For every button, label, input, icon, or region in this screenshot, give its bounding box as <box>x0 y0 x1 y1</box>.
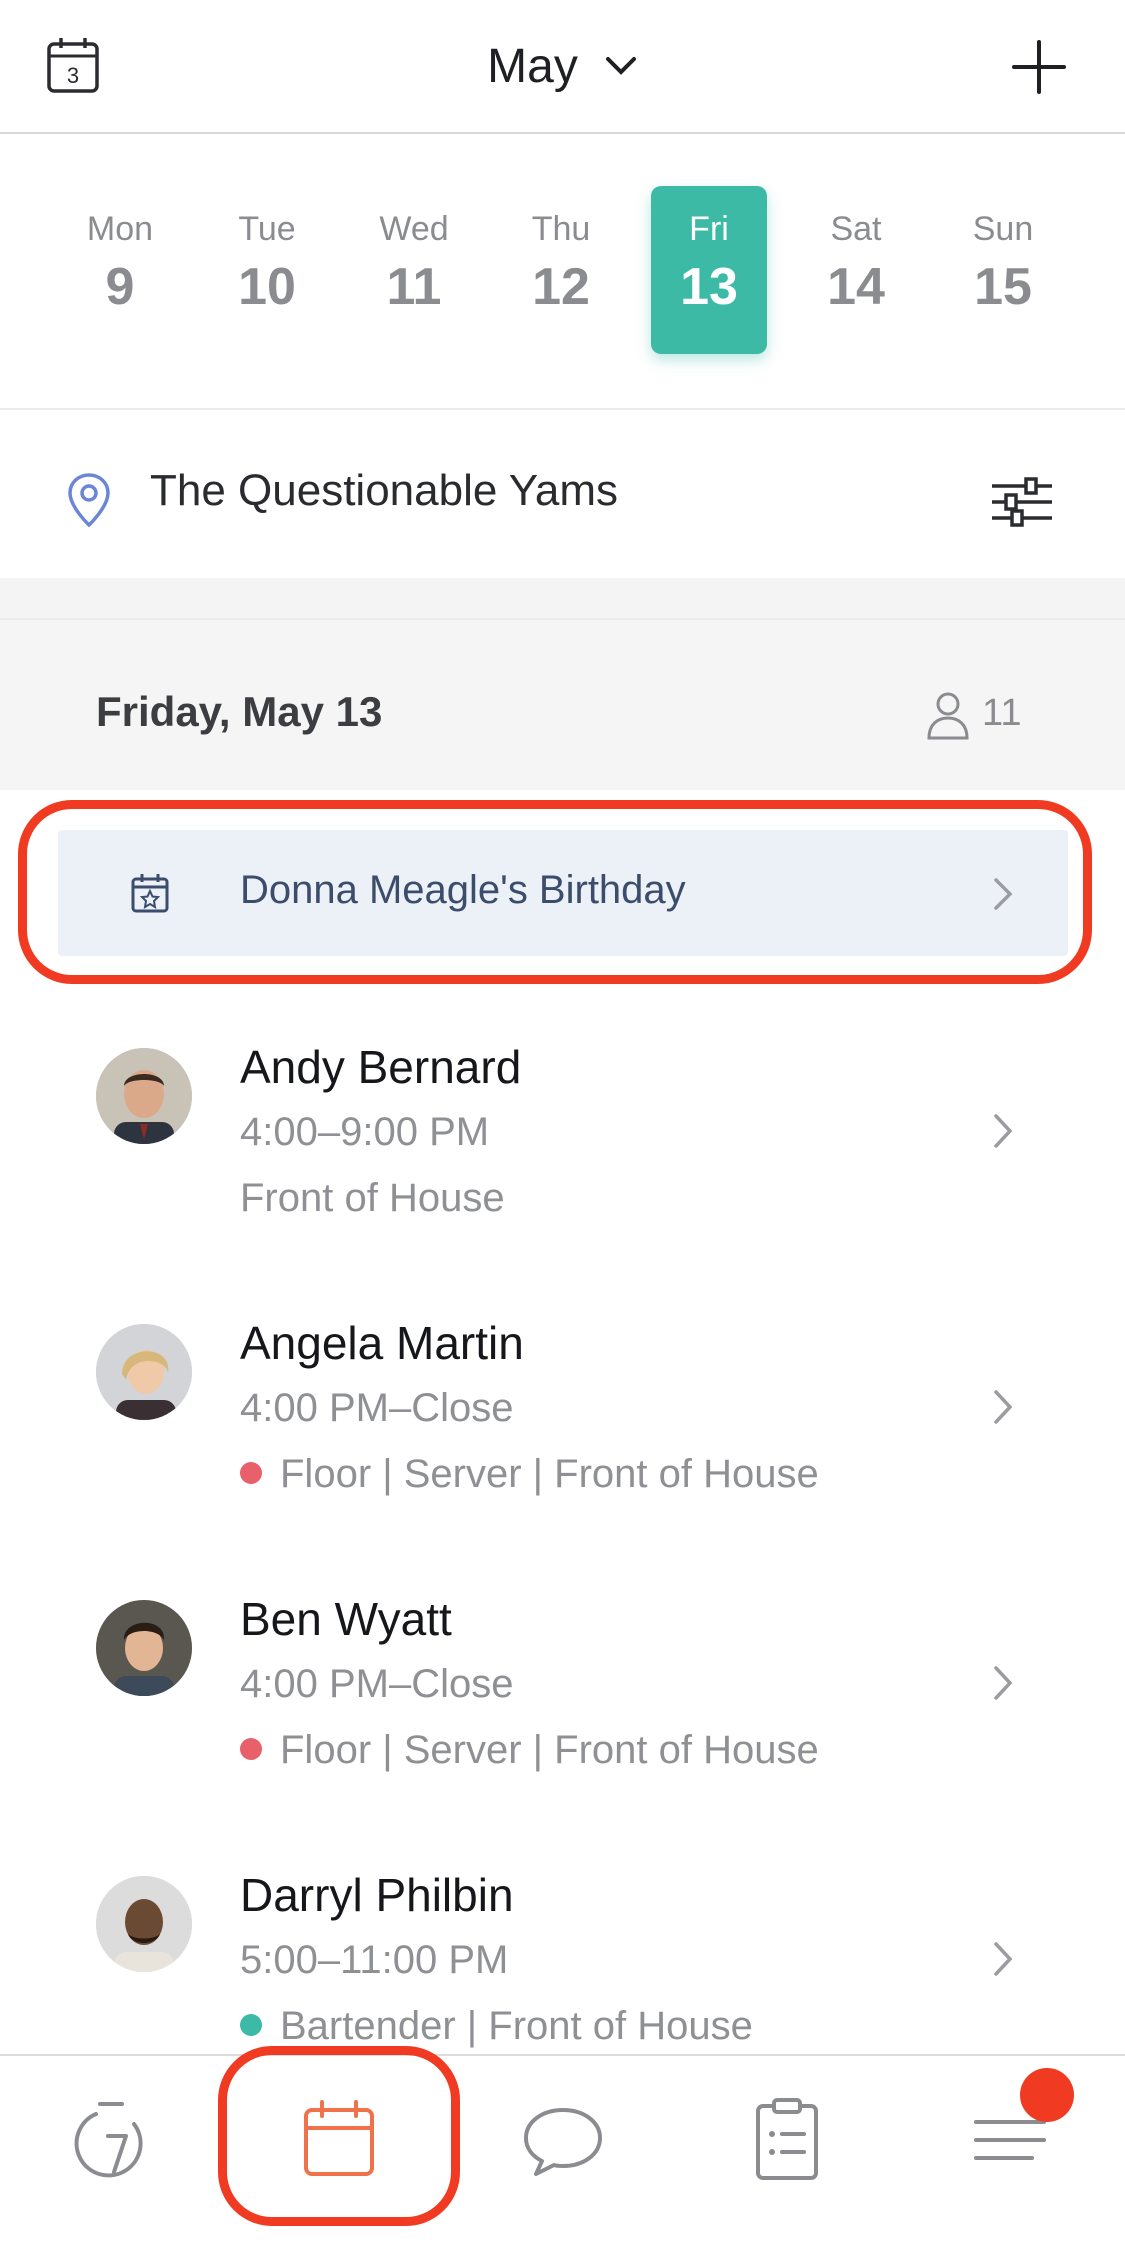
location-bar[interactable]: The Questionable Yams <box>0 408 1125 580</box>
shift-time: 4:00 PM–Close <box>240 1662 514 1706</box>
chevron-right-icon <box>994 1114 1013 1148</box>
staff-count: 11 <box>982 692 1022 734</box>
annotation-highlight-event <box>18 800 1092 984</box>
shift-row[interactable]: Ben Wyatt 4:00 PM–Close Floor | Server |… <box>0 1592 1125 1868</box>
avatar <box>96 1876 192 1972</box>
shift-role: Floor | Server | Front of House <box>280 1728 819 1772</box>
day-fri-selected[interactable]: Fri 13 <box>651 186 767 354</box>
day-mon[interactable]: Mon 9 <box>62 186 178 354</box>
shift-time: 4:00–9:00 PM <box>240 1110 490 1154</box>
avatar <box>96 1600 192 1696</box>
timer-icon[interactable] <box>66 2094 156 2184</box>
day-sat[interactable]: Sat 14 <box>798 186 914 354</box>
shift-role-row: Floor | Server | Front of House <box>240 1728 819 1773</box>
position-color-dot <box>240 1738 262 1761</box>
shift-role: Front of House <box>240 1176 505 1220</box>
day-wed[interactable]: Wed 11 <box>356 186 472 354</box>
day-name: Tue <box>238 210 296 248</box>
day-date: 13 <box>680 258 738 316</box>
day-name: Thu <box>531 210 591 248</box>
day-sun[interactable]: Sun 15 <box>945 186 1061 354</box>
day-name: Fri <box>689 210 729 248</box>
week-strip: Mon 9 Tue 10 Wed 11 Thu 12 Fri 13 Sat 14… <box>0 134 1125 408</box>
sliders-icon[interactable] <box>990 476 1054 528</box>
shift-role-row: Floor | Server | Front of House <box>240 1452 819 1497</box>
day-thu[interactable]: Thu 12 <box>503 186 619 354</box>
location-name: The Questionable Yams <box>150 466 618 515</box>
bottom-navigation <box>0 2054 1125 2253</box>
day-date: 14 <box>827 258 885 316</box>
position-color-dot <box>240 1462 262 1485</box>
day-name: Sun <box>972 210 1034 248</box>
day-name: Mon <box>86 210 154 248</box>
shift-time: 5:00–11:00 PM <box>240 1938 509 1982</box>
day-date: 9 <box>105 258 135 316</box>
chevron-right-icon <box>994 1390 1013 1424</box>
person-icon <box>927 692 969 740</box>
chevron-down-icon <box>605 57 636 75</box>
location-pin-icon <box>68 473 110 528</box>
shift-role: Floor | Server | Front of House <box>280 1452 819 1496</box>
plus-icon[interactable] <box>1010 38 1068 96</box>
shift-row[interactable]: Angela Martin 4:00 PM–Close Floor | Serv… <box>0 1316 1125 1592</box>
month-label: May <box>487 39 578 93</box>
day-date: 11 <box>386 258 442 316</box>
day-date: 12 <box>532 258 590 316</box>
chevron-right-icon <box>994 1666 1013 1700</box>
shift-row[interactable]: Andy Bernard 4:00–9:00 PM Front of House <box>0 1040 1125 1316</box>
avatar <box>96 1324 192 1420</box>
day-date: 15 <box>974 258 1032 316</box>
employee-name: Darryl Philbin <box>240 1869 514 1921</box>
chevron-right-icon <box>994 1942 1013 1976</box>
day-date: 10 <box>238 258 296 316</box>
day-tue[interactable]: Tue 10 <box>209 186 325 354</box>
shift-role: Bartender | Front of House <box>280 2004 753 2048</box>
notification-badge <box>1020 2068 1074 2122</box>
shift-time: 4:00 PM–Close <box>240 1386 514 1430</box>
shift-role-row: Bartender | Front of House <box>240 2004 753 2049</box>
position-color-dot <box>240 2014 262 2037</box>
month-selector[interactable]: May <box>0 0 1125 132</box>
avatar <box>96 1048 192 1144</box>
employee-name: Andy Bernard <box>240 1041 522 1093</box>
annotation-highlight-calendar-tab <box>218 2046 460 2226</box>
employee-name: Angela Martin <box>240 1317 524 1369</box>
employee-name: Ben Wyatt <box>240 1593 452 1645</box>
day-header-title: Friday, May 13 <box>96 688 383 735</box>
clipboard-icon[interactable] <box>742 2094 832 2184</box>
top-bar: 3 May <box>0 0 1125 134</box>
day-name: Wed <box>379 210 449 248</box>
section-divider <box>0 578 1125 618</box>
day-name: Sat <box>830 210 882 248</box>
chat-icon[interactable] <box>518 2094 608 2184</box>
